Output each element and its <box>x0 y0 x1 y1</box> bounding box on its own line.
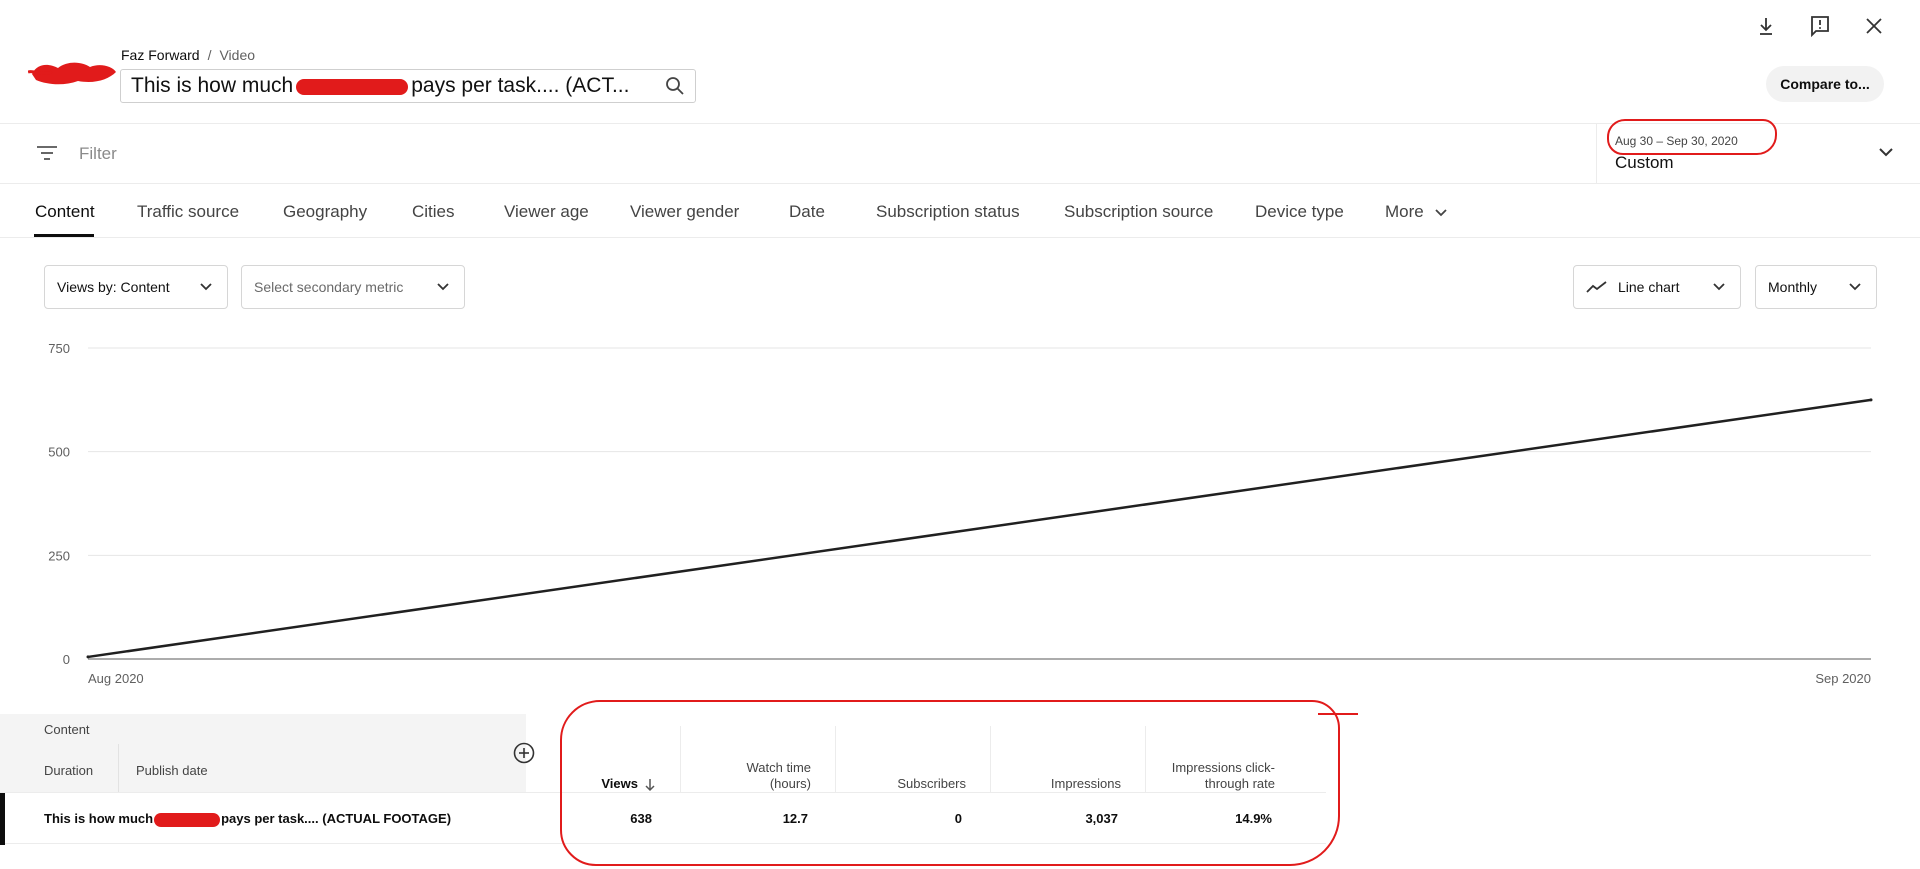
primary-metric-select[interactable]: Views by: Content <box>44 265 228 309</box>
tab-cities[interactable]: Cities <box>412 202 455 222</box>
y-tick-label: 500 <box>48 445 70 460</box>
tab-content[interactable]: Content <box>35 202 95 222</box>
row-video-title[interactable]: This is how much pays per task.... (ACTUA… <box>44 811 451 827</box>
chart-type-label: Line chart <box>1618 279 1680 295</box>
redaction-mark <box>296 79 409 95</box>
interval-label: Monthly <box>1768 279 1818 295</box>
series-line-views[interactable] <box>87 398 1872 659</box>
data-point[interactable] <box>86 655 90 659</box>
active-tab-indicator <box>34 234 94 237</box>
breadcrumb: Faz Forward / Video <box>121 47 255 63</box>
date-range-text: Aug 30 – Sep 30, 2020 <box>1615 134 1738 148</box>
redaction-mark <box>154 812 221 827</box>
col-publish-date[interactable]: Publish date <box>136 763 208 778</box>
feedback-icon[interactable] <box>1806 12 1834 40</box>
tab-device-type[interactable]: Device type <box>1255 202 1344 222</box>
search-icon[interactable] <box>665 76 685 96</box>
col-duration[interactable]: Duration <box>44 763 93 778</box>
data-point[interactable] <box>1869 398 1873 402</box>
y-tick-label: 0 <box>63 652 70 667</box>
y-tick-label: 250 <box>48 548 70 563</box>
chevron-down-icon <box>1435 208 1448 216</box>
tab-viewer-gender[interactable]: Viewer gender <box>630 202 739 222</box>
tab-geography[interactable]: Geography <box>283 202 367 222</box>
chevron-down-icon <box>1879 148 1893 157</box>
filter-input[interactable]: Filter <box>79 144 117 164</box>
tab-subscription-status[interactable]: Subscription status <box>876 202 1020 222</box>
compare-button[interactable]: Compare to... <box>1766 66 1884 102</box>
tab-traffic-source[interactable]: Traffic source <box>137 202 239 222</box>
tab-date[interactable]: Date <box>789 202 825 222</box>
filter-bar: Filter Aug 30 – Sep 30, 2020 Custom <box>0 119 1920 184</box>
video-title-part2: pays per task.... (ACT... <box>411 74 630 97</box>
interval-select[interactable]: Monthly <box>1755 265 1877 309</box>
video-title-selector[interactable]: This is how much pays per task.... (ACT.… <box>120 69 696 103</box>
breadcrumb-channel[interactable]: Faz Forward <box>121 47 200 63</box>
video-title-part1: This is how much <box>131 74 294 97</box>
x-tick-label: Sep 2020 <box>1815 671 1871 686</box>
table-group-label: Content <box>44 722 90 737</box>
chevron-down-icon <box>200 283 212 291</box>
y-tick-label: 750 <box>48 341 70 356</box>
close-icon[interactable] <box>1860 12 1888 40</box>
x-tick-label: Aug 2020 <box>88 671 144 686</box>
tab-viewer-age[interactable]: Viewer age <box>504 202 589 222</box>
filter-icon[interactable] <box>36 143 58 163</box>
report-tabs: Content Traffic source Geography Cities … <box>0 184 1920 238</box>
tab-subscription-source[interactable]: Subscription source <box>1064 202 1213 222</box>
chevron-down-icon <box>1713 283 1725 291</box>
chart-type-select[interactable]: Line chart <box>1573 265 1741 309</box>
primary-metric-label: Views by: Content <box>57 279 170 295</box>
views-line-chart: 0 250 500 750 Aug 2020 Sep 2020 <box>48 341 1873 686</box>
date-mode-text: Custom <box>1615 153 1674 172</box>
column-divider <box>118 744 119 792</box>
row-selected-marker <box>0 793 5 845</box>
header: Faz Forward / Video This is how much pay… <box>0 0 1920 124</box>
channel-logo-redacted <box>28 62 116 85</box>
secondary-metric-label: Select secondary metric <box>254 279 404 295</box>
date-range-picker[interactable]: Aug 30 – Sep 30, 2020 Custom <box>1596 119 1920 184</box>
annotation-circle-metrics <box>560 700 1340 866</box>
annotation-stroke-tail <box>1318 713 1358 715</box>
chevron-down-icon <box>1849 283 1861 291</box>
chevron-down-icon <box>437 283 449 291</box>
tab-more-label: More <box>1385 202 1424 221</box>
row-title-part1: This is how much <box>44 811 154 826</box>
breadcrumb-separator: / <box>207 47 212 63</box>
breadcrumb-section: Video <box>219 47 256 63</box>
row-title-part2: pays per task.... (ACTUAL FOOTAGE) <box>221 811 452 826</box>
line-chart-icon <box>1586 281 1607 293</box>
secondary-metric-select[interactable]: Select secondary metric <box>241 265 465 309</box>
download-icon[interactable] <box>1752 12 1780 40</box>
tab-more[interactable]: More <box>1385 202 1448 222</box>
